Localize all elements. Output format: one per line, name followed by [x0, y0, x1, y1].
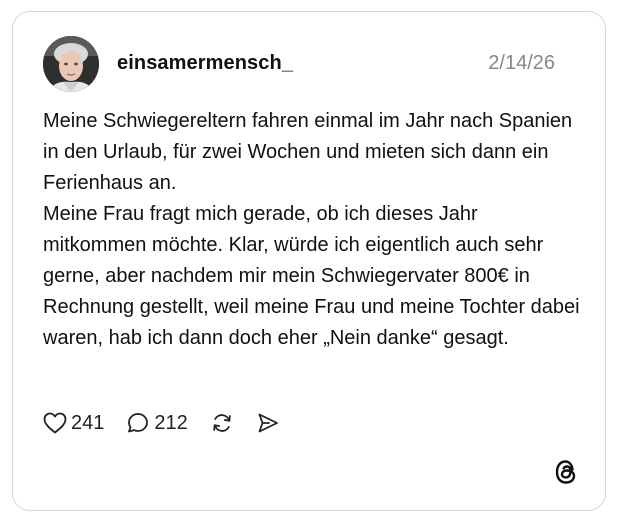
action-bar: 241 212	[43, 408, 302, 438]
post-paragraph: Meine Schwiegereltern fahren einmal im J…	[43, 110, 573, 194]
avatar[interactable]	[43, 36, 99, 92]
share-button[interactable]	[256, 411, 280, 435]
post-date: 2/14/26	[488, 52, 555, 74]
username[interactable]: einsamermensch_	[117, 52, 293, 75]
speech-bubble-icon	[126, 411, 150, 435]
post-text: Meine Schwiegereltern fahren einmal im J…	[43, 106, 583, 354]
repost-icon	[210, 411, 234, 435]
repost-button[interactable]	[210, 411, 234, 435]
post-card: einsamermensch_ 2/14/26 Meine Schwiegere…	[12, 11, 606, 511]
post-paragraph: Meine Frau fragt mich gerade, ob ich die…	[43, 203, 580, 349]
send-icon	[256, 411, 280, 435]
like-count: 241	[71, 411, 105, 434]
like-button[interactable]: 241	[43, 412, 104, 435]
reply-count: 212	[154, 411, 188, 434]
heart-icon	[43, 412, 67, 434]
reply-button[interactable]: 212	[126, 411, 188, 435]
threads-logo-icon	[553, 458, 579, 486]
